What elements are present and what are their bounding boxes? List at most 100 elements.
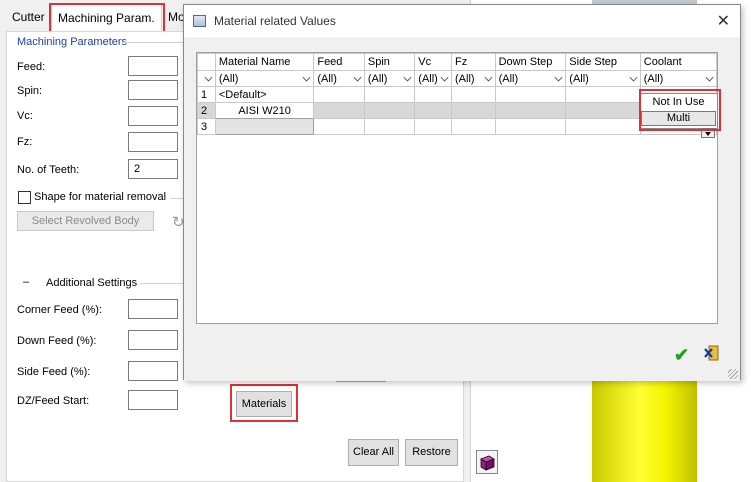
divider	[170, 198, 184, 199]
vc-input[interactable]	[128, 106, 178, 126]
cell-spin[interactable]	[363, 86, 416, 103]
chevron-down-icon	[554, 73, 563, 82]
vc-label: Vc:	[17, 110, 33, 122]
spin-input[interactable]	[128, 80, 178, 100]
cancel-icon[interactable]	[703, 343, 721, 363]
cell-spin[interactable]	[363, 102, 416, 119]
chevron-down-icon	[204, 73, 213, 82]
dialog-window-icon	[193, 15, 206, 27]
filter-spin[interactable]: (All)	[363, 70, 416, 87]
cell-fz[interactable]	[451, 118, 496, 135]
spin-label: Spin:	[17, 85, 43, 97]
ok-check-icon[interactable]: ✔	[674, 345, 689, 366]
filter-value: (All)	[643, 72, 664, 85]
cell-vc[interactable]	[414, 86, 453, 103]
restore-button[interactable]: Restore	[405, 439, 458, 466]
cell-side-step[interactable]	[565, 118, 641, 135]
dz-feed-input[interactable]	[128, 390, 178, 410]
chevron-down-icon	[705, 73, 714, 82]
dialog-title: Material related Values	[214, 14, 336, 28]
filter-row: (All) (All) (All) (All) (All) (All) (All…	[197, 70, 717, 87]
filter-vc[interactable]: (All)	[414, 70, 453, 87]
divider	[140, 283, 184, 284]
cell-feed[interactable]	[313, 118, 365, 135]
column-header-coolant[interactable]: Coolant	[639, 53, 717, 71]
additional-section-title: Additional Settings	[46, 277, 138, 289]
chevron-down-icon	[403, 73, 412, 82]
close-icon[interactable]: ✕	[717, 11, 730, 31]
filter-coolant[interactable]: (All)	[639, 70, 717, 87]
highlight-box	[49, 3, 165, 33]
down-feed-label: Down Feed (%):	[17, 335, 97, 347]
row-number[interactable]: 1	[197, 86, 216, 103]
cell-down-step[interactable]	[494, 118, 567, 135]
filter-value: (All)	[367, 72, 388, 85]
dz-feed-label: DZ/Feed Start:	[17, 395, 90, 407]
down-feed-input[interactable]	[128, 330, 178, 350]
feed-label: Feed:	[17, 61, 46, 73]
cell-feed[interactable]	[313, 102, 365, 119]
fz-label: Fz:	[17, 136, 33, 148]
filter-value: (All)	[317, 72, 337, 85]
chevron-down-icon	[629, 73, 638, 82]
cell-side-step[interactable]	[565, 86, 641, 103]
resize-grip[interactable]	[728, 369, 738, 379]
column-header-down-step[interactable]: Down Step	[494, 53, 567, 71]
cell-fz[interactable]	[451, 86, 496, 103]
chevron-down-icon	[302, 73, 311, 82]
column-header-side-step[interactable]: Side Step	[565, 53, 641, 71]
additional-toggle[interactable]: –	[23, 276, 29, 288]
tab-label: Cutter	[12, 10, 45, 24]
column-header-vc[interactable]: Vc	[414, 53, 453, 71]
filter-value: (All)	[498, 72, 519, 85]
cell-material-name[interactable]: AISI W210	[214, 102, 315, 119]
cell-down-step[interactable]	[494, 86, 567, 103]
header-row: Material Name Feed Spin Vc Fz Down Step …	[197, 53, 717, 71]
filter-value: (All)	[218, 72, 239, 85]
select-revolved-body-button[interactable]: Select Revolved Body	[17, 211, 154, 231]
filter-value: (All)	[569, 72, 589, 85]
shape-label: Shape for material removal	[34, 191, 167, 203]
cell-vc[interactable]	[414, 102, 453, 119]
tab-cutter[interactable]: Cutter	[6, 6, 51, 30]
chevron-down-icon	[440, 73, 449, 82]
column-header-feed[interactable]: Feed	[313, 53, 365, 71]
side-feed-input[interactable]	[128, 361, 178, 381]
shape-checkbox[interactable]	[18, 191, 31, 204]
clear-all-button[interactable]: Clear All	[348, 439, 399, 466]
cube-icon	[480, 455, 495, 471]
cell-material-name[interactable]: <Default>	[214, 86, 315, 103]
highlight-box	[230, 384, 298, 422]
chevron-down-icon	[484, 73, 493, 82]
dialog-titlebar[interactable]: Material related Values ✕	[184, 5, 740, 37]
filter-side-step[interactable]: (All)	[565, 70, 641, 87]
row-number[interactable]: 3	[197, 118, 216, 135]
filter-row-header[interactable]	[197, 70, 216, 87]
column-header-fz[interactable]: Fz	[451, 53, 496, 71]
cell-down-step[interactable]	[494, 102, 567, 119]
cell-feed[interactable]	[313, 86, 365, 103]
cell-vc[interactable]	[414, 118, 453, 135]
view-cube-button[interactable]	[476, 450, 498, 474]
teeth-input[interactable]: 2	[128, 159, 178, 179]
column-header-spin[interactable]: Spin	[363, 53, 416, 71]
filter-fz[interactable]: (All)	[451, 70, 496, 87]
filter-material-name[interactable]: (All)	[214, 70, 315, 87]
divider	[124, 42, 184, 43]
row-number[interactable]: 2	[197, 102, 216, 119]
cell-fz[interactable]	[451, 102, 496, 119]
cell-material-name[interactable]	[214, 118, 315, 135]
feed-input[interactable]	[128, 56, 178, 76]
column-header-material-name[interactable]: Material Name	[214, 53, 315, 71]
viewport-yellow-object	[592, 378, 697, 482]
filter-feed[interactable]: (All)	[313, 70, 365, 87]
cell-spin[interactable]	[363, 118, 416, 135]
corner-cell	[197, 53, 216, 71]
side-feed-label: Side Feed (%):	[17, 366, 91, 378]
fz-input[interactable]	[128, 132, 178, 152]
material-values-dialog: Material related Values ✕ Material Name …	[183, 4, 741, 381]
filter-down-step[interactable]: (All)	[494, 70, 567, 87]
corner-feed-input[interactable]	[128, 299, 178, 319]
cell-side-step[interactable]	[565, 102, 641, 119]
dialog-body: Material Name Feed Spin Vc Fz Down Step …	[184, 37, 740, 381]
